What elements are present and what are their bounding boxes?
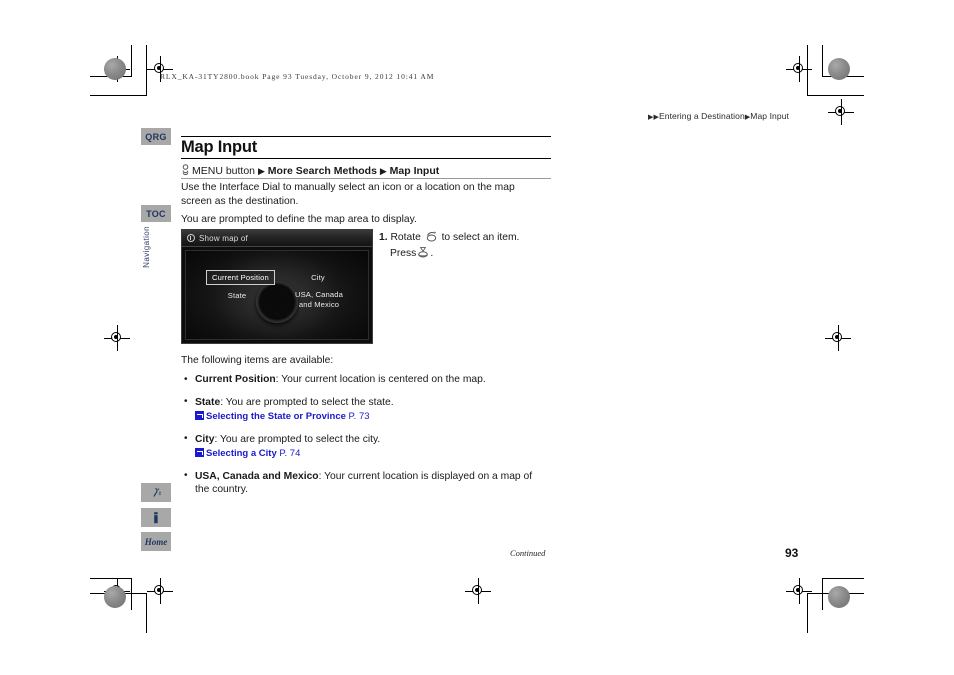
info-glyph bbox=[154, 511, 158, 523]
clock-icon bbox=[187, 234, 195, 242]
breadcrumb: ▶▶Entering a Destination▶Map Input bbox=[648, 111, 789, 121]
page-title: Map Input bbox=[181, 138, 258, 156]
bullet-term: State bbox=[195, 396, 221, 408]
registration-mark bbox=[786, 578, 812, 604]
crop-line bbox=[807, 95, 864, 96]
sidebar-tab-qrg-label: QRG bbox=[145, 131, 167, 142]
bullet-description: : Your current location is centered on t… bbox=[275, 374, 486, 385]
bullet-term: USA, Canada and Mexico bbox=[195, 470, 319, 482]
menu-button-icon bbox=[181, 164, 190, 176]
available-items-list: Current Position: Your current location … bbox=[184, 373, 549, 506]
navigation-screen-illustration: Show map of Current Position State City … bbox=[181, 229, 373, 344]
crop-line bbox=[822, 578, 864, 579]
screen-title-bar: Show map of bbox=[182, 230, 372, 247]
list-item: State: You are prompted to select the st… bbox=[184, 395, 549, 424]
info-icon[interactable] bbox=[141, 508, 171, 527]
bullet-term: City bbox=[195, 433, 215, 445]
list-item: USA, Canada and Mexico: Your current loc… bbox=[184, 469, 549, 497]
step-text-after: to select an item. bbox=[441, 232, 520, 243]
breadcrumb-single-arrow-icon: ▶ bbox=[744, 113, 751, 121]
cross-reference-label: Selecting the State or Province bbox=[206, 411, 346, 422]
step-text-before: Rotate bbox=[390, 232, 421, 243]
title-rule-middle bbox=[181, 158, 551, 159]
registration-mark bbox=[465, 578, 491, 604]
screen-body: Current Position State City USA, Canada … bbox=[185, 250, 369, 340]
color-registration-dot bbox=[104, 58, 126, 80]
registration-mark bbox=[828, 99, 854, 125]
registration-mark bbox=[104, 325, 130, 351]
color-registration-dot bbox=[828, 586, 850, 608]
screen-title: Show map of bbox=[199, 233, 248, 243]
sidebar-tab-toc-label: TOC bbox=[146, 208, 166, 219]
page-number: 93 bbox=[785, 546, 799, 560]
bullet-description: : You are prompted to select the state. bbox=[220, 396, 394, 408]
items-intro-paragraph: The following items are available: bbox=[181, 355, 334, 366]
step-press-after: . bbox=[430, 248, 434, 259]
nav-path-separator-icon: ▶ bbox=[379, 166, 387, 176]
usa-line-1: USA, Canada bbox=[294, 290, 344, 299]
crop-line bbox=[822, 45, 823, 77]
cross-reference-link[interactable]: Selecting a City P. 74 bbox=[195, 447, 549, 461]
continued-label: Continued bbox=[510, 548, 546, 558]
step-press-before: Press bbox=[390, 248, 417, 259]
screen-option-usa-canada-mexico[interactable]: USA, Canada and Mexico bbox=[284, 290, 354, 309]
bullet-description: : You are prompted to select the city. bbox=[214, 433, 381, 445]
step-number: 1. bbox=[379, 232, 388, 243]
cross-reference-link[interactable]: Selecting the State or Province P. 73 bbox=[195, 410, 549, 424]
cross-reference-arrow-icon bbox=[195, 448, 204, 457]
crop-line bbox=[822, 578, 823, 610]
home-icon[interactable]: Home bbox=[141, 532, 171, 551]
nav-path-separator-icon: ▶ bbox=[257, 166, 265, 176]
crop-line bbox=[131, 45, 132, 77]
registration-mark bbox=[786, 56, 812, 82]
crop-line bbox=[90, 95, 147, 96]
nav-path-rule bbox=[181, 178, 551, 179]
home-icon-label: Home bbox=[144, 536, 168, 547]
registration-mark bbox=[825, 325, 851, 351]
list-item: City: You are prompted to select the cit… bbox=[184, 432, 549, 461]
color-registration-dot bbox=[104, 586, 126, 608]
step-instruction: 1. Rotate to select an item. Press . bbox=[379, 231, 559, 263]
breadcrumb-double-arrow-icon: ▶▶ bbox=[648, 113, 659, 121]
nav-path-step-2: Map Input bbox=[389, 165, 440, 177]
list-item: Current Position: Your current location … bbox=[184, 373, 549, 387]
press-dial-icon bbox=[417, 247, 429, 263]
nav-path-menu-button: MENU button bbox=[192, 165, 256, 177]
usa-line-2: and Mexico bbox=[298, 299, 340, 309]
cross-reference-arrow-icon bbox=[195, 411, 204, 420]
registration-mark bbox=[147, 578, 173, 604]
screen-option-state[interactable]: State bbox=[213, 291, 261, 301]
title-rule-top bbox=[181, 136, 551, 137]
screen-option-city[interactable]: City bbox=[294, 273, 342, 283]
step-press-line: Press . bbox=[379, 247, 559, 263]
cross-reference-label: Selecting a City bbox=[206, 448, 277, 459]
intro-paragraph: Use the Interface Dial to manually selec… bbox=[181, 182, 515, 207]
crop-line bbox=[131, 578, 132, 610]
prompt-paragraph: You are prompted to define the map area … bbox=[181, 214, 417, 225]
screen-option-current-position[interactable]: Current Position bbox=[206, 270, 275, 285]
rotate-dial-icon bbox=[425, 231, 438, 247]
navigation-path: MENU button ▶ More Search Methods ▶ Map … bbox=[181, 162, 439, 177]
cross-reference-page: P. 73 bbox=[348, 411, 370, 422]
sidebar-tab-qrg[interactable]: QRG bbox=[141, 128, 171, 145]
sidebar-section-label: Navigation bbox=[142, 226, 151, 268]
voice-command-glyph bbox=[152, 488, 161, 497]
bullet-term: Current Position bbox=[195, 374, 276, 385]
color-registration-dot bbox=[828, 58, 850, 80]
book-file-header: RLX_KA-31TY2800.book Page 93 Tuesday, Oc… bbox=[160, 72, 435, 81]
nav-path-step-1: More Search Methods bbox=[267, 165, 377, 177]
voice-command-icon[interactable] bbox=[141, 483, 171, 502]
breadcrumb-level-2: Map Input bbox=[750, 111, 789, 121]
cross-reference-page: P. 74 bbox=[279, 448, 301, 459]
breadcrumb-level-1: Entering a Destination bbox=[658, 111, 745, 121]
sidebar-tab-toc[interactable]: TOC bbox=[141, 205, 171, 222]
